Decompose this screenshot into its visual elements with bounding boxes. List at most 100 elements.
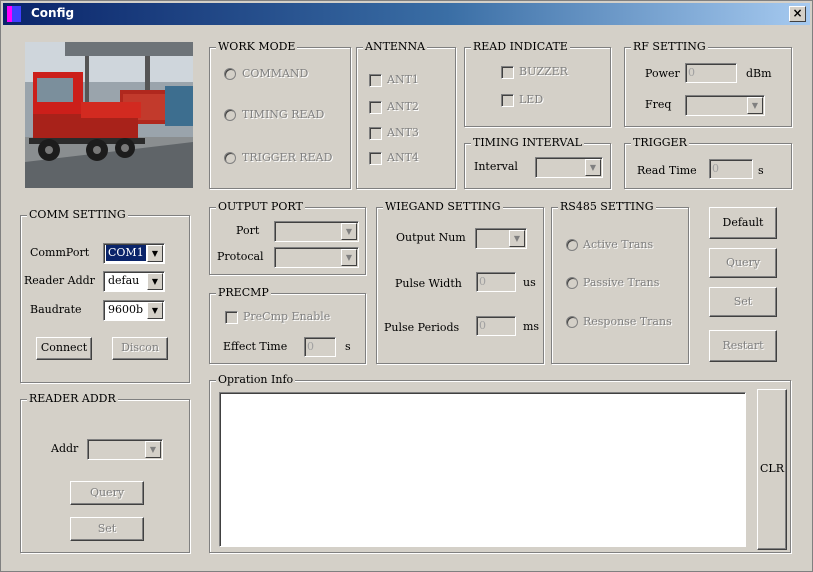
effect-time-label: Effect Time bbox=[223, 340, 288, 353]
ant2-label: ANT2 bbox=[387, 100, 419, 113]
power-field[interactable]: 0 bbox=[685, 63, 737, 83]
commport-select[interactable]: COM1 ▼ bbox=[103, 243, 165, 264]
timing-interval-legend: TIMING INTERVAL bbox=[471, 136, 584, 149]
reader-addr-label: Reader Addr bbox=[24, 274, 95, 287]
response-trans-label: Response Trans bbox=[583, 315, 672, 328]
response-trans-radio[interactable] bbox=[566, 316, 578, 328]
chevron-down-icon[interactable]: ▼ bbox=[147, 245, 163, 262]
interval-select[interactable]: ▼ bbox=[535, 157, 603, 178]
read-time-unit: s bbox=[758, 164, 764, 177]
read-indicate-legend: READ INDICATE bbox=[471, 40, 570, 53]
ant3-label: ANT3 bbox=[387, 126, 419, 139]
comm-setting-group: COMM SETTING CommPort COM1 ▼ Reader Addr… bbox=[20, 208, 190, 383]
pulse-width-field[interactable]: 0 bbox=[476, 272, 516, 292]
led-label: LED bbox=[519, 93, 544, 106]
port-label: Port bbox=[236, 224, 260, 237]
wiegand-setting-group: WIEGAND SETTING Output Num ▼ Pulse Width… bbox=[376, 200, 544, 364]
read-time-field[interactable]: 0 bbox=[709, 159, 753, 179]
rf-setting-group: RF SETTING Power 0 dBm Freq ▼ bbox=[624, 40, 792, 127]
command-radio[interactable] bbox=[224, 68, 236, 80]
timing-read-radio[interactable] bbox=[224, 109, 236, 121]
chevron-down-icon[interactable]: ▼ bbox=[341, 223, 357, 240]
chevron-down-icon[interactable]: ▼ bbox=[147, 302, 163, 319]
opration-info-group: Opration Info CLR bbox=[209, 373, 791, 553]
protocal-select[interactable]: ▼ bbox=[274, 247, 359, 268]
set-button[interactable]: Set bbox=[709, 287, 777, 317]
comm-setting-legend: COMM SETTING bbox=[27, 208, 128, 221]
clr-button[interactable]: CLR bbox=[757, 389, 787, 550]
protocal-label: Protocal bbox=[217, 250, 264, 263]
read-time-label: Read Time bbox=[637, 164, 697, 177]
ant2-checkbox[interactable] bbox=[369, 101, 382, 114]
rs485-setting-legend: RS485 SETTING bbox=[558, 200, 656, 213]
query-button[interactable]: Query bbox=[709, 248, 777, 278]
trigger-group: TRIGGER Read Time 0 s bbox=[624, 136, 792, 189]
power-unit: dBm bbox=[746, 67, 772, 80]
work-mode-legend: WORK MODE bbox=[216, 40, 298, 53]
reader-addr-legend: READER ADDR bbox=[27, 392, 118, 405]
opration-info-textarea[interactable] bbox=[219, 392, 746, 547]
ant1-checkbox[interactable] bbox=[369, 74, 382, 87]
led-checkbox[interactable] bbox=[501, 94, 514, 107]
chevron-down-icon[interactable]: ▼ bbox=[145, 441, 161, 458]
addr-select[interactable]: ▼ bbox=[87, 439, 163, 460]
output-num-label: Output Num bbox=[396, 231, 466, 244]
precmp-group: PRECMP PreCmp Enable Effect Time 0 s bbox=[209, 286, 366, 364]
effect-time-field[interactable]: 0 bbox=[304, 337, 336, 357]
power-label: Power bbox=[645, 67, 680, 80]
work-mode-group: WORK MODE COMMAND TIMING READ TRIGGER RE… bbox=[209, 40, 351, 189]
trigger-read-label: TRIGGER READ bbox=[242, 151, 333, 164]
freq-select[interactable]: ▼ bbox=[685, 95, 765, 116]
ant4-label: ANT4 bbox=[387, 151, 419, 164]
reader-query-button[interactable]: Query bbox=[70, 481, 144, 505]
connect-button[interactable]: Connect bbox=[36, 337, 92, 360]
command-label: COMMAND bbox=[242, 67, 309, 80]
chevron-down-icon[interactable]: ▼ bbox=[147, 273, 163, 290]
output-port-group: OUTPUT PORT Port ▼ Protocal ▼ bbox=[209, 200, 366, 275]
trigger-read-radio[interactable] bbox=[224, 152, 236, 164]
ant1-label: ANT1 bbox=[387, 73, 419, 86]
commport-label: CommPort bbox=[30, 246, 90, 259]
ant3-checkbox[interactable] bbox=[369, 127, 382, 140]
antenna-legend: ANTENNA bbox=[363, 40, 428, 53]
reader-addr-group: READER ADDR Addr ▼ Query Set bbox=[20, 392, 190, 553]
chevron-down-icon[interactable]: ▼ bbox=[747, 97, 763, 114]
pulse-width-unit: us bbox=[523, 276, 536, 289]
baudrate-select[interactable]: 9600b ▼ bbox=[103, 300, 165, 321]
precmp-enable-checkbox[interactable] bbox=[225, 311, 238, 324]
precmp-legend: PRECMP bbox=[216, 286, 271, 299]
chevron-down-icon[interactable]: ▼ bbox=[585, 159, 601, 176]
passive-trans-radio[interactable] bbox=[566, 277, 578, 289]
chevron-down-icon[interactable]: ▼ bbox=[341, 249, 357, 266]
buzzer-checkbox[interactable] bbox=[501, 66, 514, 79]
discon-button[interactable]: Discon bbox=[112, 337, 168, 360]
pulse-periods-unit: ms bbox=[523, 320, 540, 333]
pulse-periods-field[interactable]: 0 bbox=[476, 316, 516, 336]
ant4-checkbox[interactable] bbox=[369, 152, 382, 165]
restart-button[interactable]: Restart bbox=[709, 330, 777, 362]
active-trans-label: Active Trans bbox=[583, 238, 654, 251]
antenna-group: ANTENNA ANT1 ANT2 ANT3 ANT4 bbox=[356, 40, 456, 189]
active-trans-radio[interactable] bbox=[566, 239, 578, 251]
chevron-down-icon[interactable]: ▼ bbox=[509, 230, 525, 247]
freq-label: Freq bbox=[645, 98, 672, 111]
buzzer-label: BUZZER bbox=[519, 65, 568, 78]
close-button[interactable]: × bbox=[789, 6, 806, 22]
reader-addr-select[interactable]: defau ▼ bbox=[103, 271, 165, 292]
precmp-enable-label: PreCmp Enable bbox=[243, 310, 331, 323]
timing-interval-group: TIMING INTERVAL Interval ▼ bbox=[464, 136, 611, 189]
title-bar[interactable]: Config × bbox=[3, 3, 810, 25]
config-window: Config × WORK MODE COMMAND TIMING READ T… bbox=[0, 0, 813, 572]
truck-photo bbox=[25, 42, 193, 188]
port-select[interactable]: ▼ bbox=[274, 221, 359, 242]
output-num-select[interactable]: ▼ bbox=[475, 228, 527, 249]
reader-set-button[interactable]: Set bbox=[70, 517, 144, 541]
read-indicate-group: READ INDICATE BUZZER LED bbox=[464, 40, 611, 127]
interval-label: Interval bbox=[474, 160, 518, 173]
timing-read-label: TIMING READ bbox=[242, 108, 325, 121]
default-button[interactable]: Default bbox=[709, 207, 777, 239]
rf-setting-legend: RF SETTING bbox=[631, 40, 708, 53]
effect-time-unit: s bbox=[345, 340, 351, 353]
passive-trans-label: Passive Trans bbox=[583, 276, 660, 289]
rs485-setting-group: RS485 SETTING Active Trans Passive Trans… bbox=[551, 200, 689, 364]
